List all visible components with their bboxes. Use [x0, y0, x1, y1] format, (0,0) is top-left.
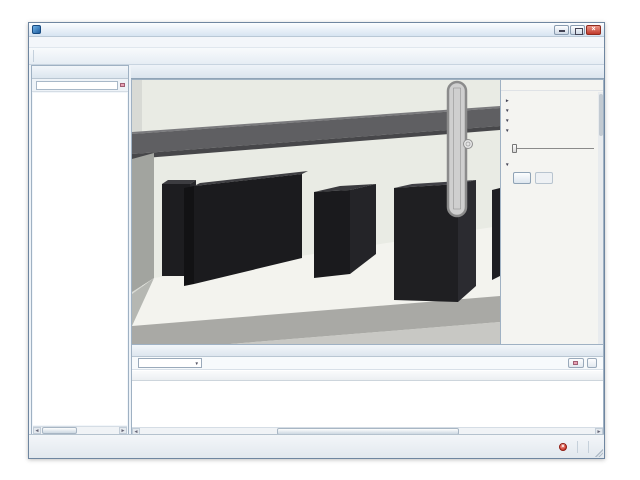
collapsed-icon: ▸ [506, 98, 511, 104]
toolbar [29, 48, 604, 65]
resize-grip[interactable] [595, 449, 603, 457]
app-icon [32, 25, 41, 34]
bottom-panel: ▼ ◄ ► [131, 345, 604, 436]
search-in-select[interactable]: ▼ [138, 358, 202, 368]
slider-handle[interactable] [512, 144, 517, 153]
eraser-icon [573, 361, 578, 365]
maximize-button[interactable] [570, 25, 585, 35]
close-button[interactable]: × [586, 25, 601, 35]
scroll-left-icon[interactable]: ◄ [33, 427, 41, 434]
title-bar[interactable]: × [29, 23, 604, 37]
table-header-row [132, 371, 603, 381]
section-show[interactable]: ▾ [506, 108, 598, 114]
search-input[interactable] [36, 81, 118, 90]
equipment-table [132, 371, 603, 427]
filter-clear-button[interactable] [568, 358, 584, 368]
toolbar-separator [33, 50, 34, 62]
editor-tabs [131, 65, 604, 79]
options-scrollbar[interactable] [598, 92, 603, 344]
section-3d-navigation[interactable]: ▸ [506, 98, 598, 104]
plane-position-slider[interactable] [512, 143, 594, 153]
section-calculate[interactable]: ▾ [506, 162, 598, 168]
navigation-panel: ◄ ► [31, 65, 129, 436]
alarm-icon[interactable]: × [559, 443, 567, 451]
left-wall [132, 153, 154, 292]
clear-search-button[interactable] [120, 83, 126, 87]
app-window: × ◄ ► [28, 22, 605, 459]
location-tree [33, 93, 127, 425]
3d-scene[interactable] [132, 80, 500, 344]
expanded-icon: ▾ [506, 128, 511, 134]
tree-horizontal-scrollbar[interactable]: ◄ ► [33, 426, 127, 434]
bottom-panel-tabs [132, 345, 603, 357]
expanded-icon: ▾ [506, 118, 511, 124]
navigation-panel-tabs [32, 66, 128, 79]
menu-bar [29, 37, 604, 48]
cancel-button[interactable] [535, 172, 553, 184]
status-bar: × [29, 434, 604, 458]
section-cooling-plane[interactable]: ▾ [506, 128, 598, 134]
view-options-panel: ▸ ▾ ▾ ▾ [501, 79, 604, 345]
chevron-down-icon: ▼ [195, 361, 199, 366]
editor-area: ▸ ▾ ▾ ▾ [131, 65, 604, 436]
tree-search-row [32, 79, 128, 92]
scroll-right-icon[interactable]: ► [119, 427, 127, 434]
3d-viewport[interactable] [131, 79, 501, 345]
section-display-above[interactable]: ▾ [506, 118, 598, 124]
expanded-icon: ▾ [506, 162, 511, 168]
table-filter-row: ▼ [132, 357, 603, 370]
eraser-icon [120, 83, 125, 87]
legend-knob-icon[interactable] [464, 140, 473, 149]
filter-search-button[interactable] [587, 358, 597, 368]
expanded-icon: ▾ [506, 108, 511, 114]
minimize-button[interactable] [554, 25, 569, 35]
start-button[interactable] [513, 172, 531, 184]
